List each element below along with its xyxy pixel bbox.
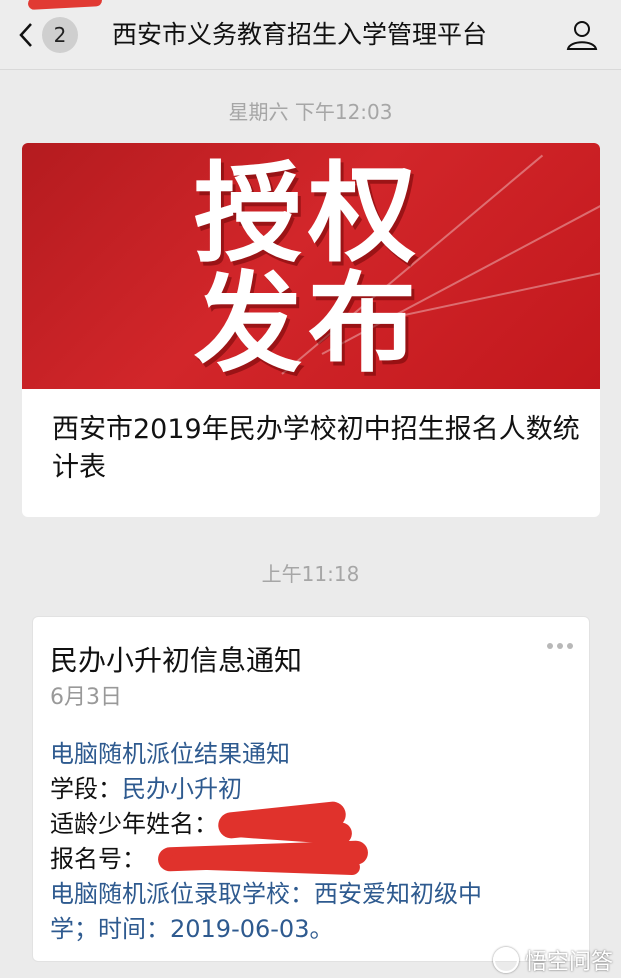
nav-bar: 2 西安市义务教育招生入学管理平台 bbox=[0, 0, 621, 70]
watermark-logo-icon bbox=[492, 947, 519, 973]
back-button[interactable]: 2 bbox=[18, 16, 78, 54]
notification-date: 6月3日 bbox=[50, 685, 122, 710]
article-card[interactable]: 授权 发布 西安市2019年民办学校初中招生报名人数统计表 bbox=[22, 143, 600, 517]
unread-count-badge: 2 bbox=[42, 17, 78, 53]
notification-title: 民办小升初信息通知 bbox=[50, 644, 303, 677]
stage-value: 民办小升初 bbox=[122, 775, 242, 803]
notification-card[interactable]: 民办小升初信息通知 6月3日 电脑随机派位结果通知 学段：民办小升初 适龄少年姓… bbox=[32, 616, 590, 962]
body-heading: 电脑随机派位结果通知 bbox=[50, 740, 290, 768]
article-title: 西安市2019年民办学校初中招生报名人数统计表 bbox=[52, 414, 580, 483]
message-timestamp: 上午11:18 bbox=[261, 562, 360, 586]
article-cover-image: 授权 发布 bbox=[22, 143, 600, 389]
chevron-left-icon bbox=[19, 23, 32, 47]
reg-row: 报名号： bbox=[50, 840, 550, 877]
page-title: 西安市义务教育招生入学管理平台 bbox=[112, 20, 488, 49]
redaction-mark bbox=[27, 0, 103, 10]
school-label: 电脑随机派位录取学校： bbox=[50, 880, 314, 908]
watermark-text: 悟空问答 bbox=[524, 950, 613, 975]
banner-text-line1: 授权 bbox=[194, 152, 423, 277]
notification-body: 电脑随机派位结果通知 学段：民办小升初 适龄少年姓名： 报名号： 电脑随机派位录… bbox=[50, 737, 550, 947]
banner-text-line2: 发布 bbox=[194, 262, 423, 387]
message-timestamp: 星期六 下午12:03 bbox=[228, 100, 393, 124]
stage-row: 学段：民办小升初 bbox=[50, 772, 550, 807]
reg-label: 报名号： bbox=[50, 845, 146, 873]
more-options-icon[interactable] bbox=[547, 643, 573, 649]
user-icon[interactable] bbox=[565, 18, 599, 52]
stage-label: 学段： bbox=[50, 775, 122, 803]
watermark: 悟空问答 bbox=[492, 944, 613, 976]
name-label: 适龄少年姓名： bbox=[50, 810, 218, 838]
name-row: 适龄少年姓名： bbox=[50, 800, 550, 846]
